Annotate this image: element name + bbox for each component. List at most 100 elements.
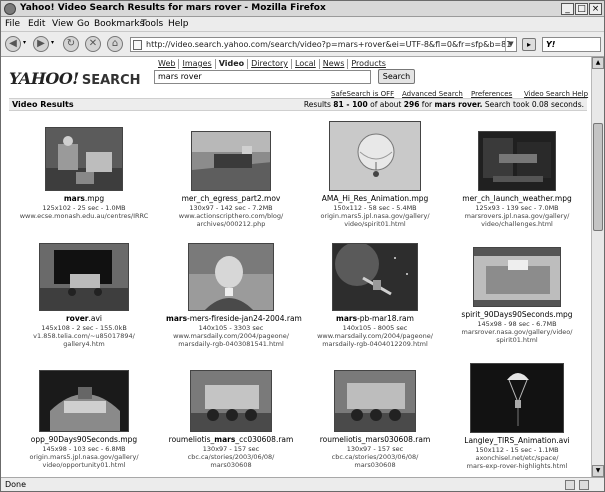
safesearch-link[interactable]: SafeSearch is OFF: [331, 90, 394, 98]
video-meta: 125x102 - 25 sec - 1.0MB: [42, 204, 126, 212]
video-meta: 130x97 - 142 sec - 7.2MB: [189, 204, 273, 212]
video-thumbnail[interactable]: [334, 370, 416, 432]
video-thumbnail[interactable]: [188, 243, 274, 311]
video-result: spirit_90Days90Seconds.mpg 145x98 - 98 s…: [452, 243, 582, 344]
reload-button[interactable]: ↻: [63, 36, 79, 52]
video-thumbnail[interactable]: [39, 370, 129, 432]
video-title[interactable]: mars-mers-fireside-jan24-2004.ram: [166, 314, 302, 324]
advanced-search-link[interactable]: Advanced Search: [402, 90, 463, 98]
video-title[interactable]: mars-pb-mar18.ram: [310, 314, 440, 324]
yahoo-logo[interactable]: YAHOO! SEARCH: [9, 69, 141, 88]
video-thumbnail[interactable]: [329, 121, 421, 191]
video-title[interactable]: mer_ch_egress_part2.mov: [166, 194, 296, 204]
video-thumbnail[interactable]: [39, 243, 129, 311]
forward-arrow-icon: ▶: [37, 38, 45, 49]
vertical-scrollbar[interactable]: ▲ ▼: [591, 57, 604, 477]
menu-edit[interactable]: Edit: [28, 19, 45, 29]
video-search-help-link[interactable]: Video Search Help: [524, 90, 588, 98]
video-meta: 150x112 - 58 sec - 5.4MB: [333, 204, 417, 212]
yahoo-search-engine-icon: Y!: [546, 40, 556, 49]
back-dropdown-icon[interactable]: ▾: [23, 39, 26, 46]
menu-help[interactable]: Help: [168, 19, 189, 29]
video-thumbnail[interactable]: [478, 131, 556, 191]
video-source-url: www.marsdaily.com/2004/pageone/: [317, 332, 433, 340]
title-bar: Yahoo! Video Search Results for mars rov…: [1, 1, 604, 17]
video-meta: 140x105 - 8005 sec: [342, 324, 408, 332]
video-meta: 130x97 - 157 sec: [202, 445, 260, 453]
scroll-up-icon[interactable]: ▲: [592, 57, 604, 69]
browser-window: Yahoo! Video Search Results for mars rov…: [0, 0, 605, 492]
reload-icon: ↻: [66, 38, 76, 49]
stop-button[interactable]: ✕: [85, 36, 101, 52]
video-source-url: www.ecse.monash.edu.au/centres/IRRC: [19, 212, 149, 220]
video-result: roumeliotis_mars_cc030608.ram 130x97 - 1…: [166, 370, 296, 469]
video-title[interactable]: opp_90Days90Seconds.mpg: [19, 435, 149, 445]
video-source-url-cont: marsdaily-rgb-0404012209.html: [322, 340, 428, 348]
search-button[interactable]: Search: [378, 69, 415, 84]
forward-button[interactable]: ▶ ▾: [33, 36, 57, 52]
video-title[interactable]: rover.avi: [19, 314, 149, 324]
video-meta: 125x93 - 139 sec - 7.0MB: [475, 204, 559, 212]
close-icon[interactable]: ×: [589, 3, 602, 15]
video-meta: 145x98 - 103 sec - 6.8MB: [42, 445, 126, 453]
tab-products[interactable]: Products: [348, 59, 389, 69]
tab-local[interactable]: Local: [292, 59, 320, 69]
video-meta: 130x97 - 157 sec: [346, 445, 404, 453]
go-button[interactable]: ▸: [522, 38, 536, 51]
video-thumbnail[interactable]: [45, 127, 123, 191]
menu-view[interactable]: View: [52, 19, 73, 29]
tab-directory[interactable]: Directory: [248, 59, 293, 69]
video-thumbnail[interactable]: [473, 247, 561, 307]
maximize-icon[interactable]: □: [575, 3, 588, 15]
back-button[interactable]: ◀ ▾: [5, 36, 29, 52]
video-source-url: v1.858.telia.com/~u85017894/: [33, 332, 135, 340]
video-thumbnail[interactable]: [191, 131, 271, 191]
video-thumbnail[interactable]: [332, 243, 418, 311]
video-source-url: origin.mars5.jpl.nasa.gov/gallery/: [320, 212, 430, 220]
video-title[interactable]: roumeliotis_mars_cc030608.ram: [166, 435, 296, 445]
stop-icon: ✕: [88, 38, 98, 49]
video-thumbnail[interactable]: [470, 363, 564, 433]
video-thumbnail[interactable]: [190, 370, 272, 432]
address-bar[interactable]: http://video.search.yahoo.com/search/vid…: [130, 37, 517, 52]
forward-dropdown-icon[interactable]: ▾: [51, 39, 54, 46]
video-result: rover.avi 145x108 - 2 sec - 155.0kB v1.8…: [19, 243, 149, 348]
page-content: YAHOO! SEARCH Web Images Video Directory …: [1, 57, 591, 477]
tab-web[interactable]: Web: [155, 59, 180, 69]
scroll-thumb[interactable]: [593, 123, 603, 231]
status-bar: Done: [1, 477, 604, 491]
video-title[interactable]: mer_ch_launch_weather.mpg: [452, 194, 582, 204]
results-summary: Results 81 - 100 of about 296 for mars r…: [303, 100, 584, 109]
video-title[interactable]: roumeliotis_mars030608.ram: [310, 435, 440, 445]
menu-file[interactable]: File: [5, 19, 20, 29]
menu-go[interactable]: Go: [77, 19, 89, 29]
video-source-url: axonchisel.net/etc/space/: [475, 454, 559, 462]
page-icon: [133, 40, 142, 50]
video-source-url-cont: mars030608: [354, 461, 396, 469]
address-dropdown-icon[interactable]: ▼: [505, 38, 516, 51]
video-result: Langley_TIRS_Animation.avi 150x112 - 15 …: [452, 363, 582, 470]
video-title[interactable]: spirit_90Days90Seconds.mpg: [452, 310, 582, 320]
tab-news[interactable]: News: [320, 59, 349, 69]
video-result: mer_ch_egress_part2.mov 130x97 - 142 sec…: [166, 127, 296, 228]
video-result: AMA_Hi_Res_Animation.mpg 150x112 - 58 se…: [310, 121, 440, 228]
preferences-link[interactable]: Preferences: [471, 90, 512, 98]
home-button[interactable]: ⌂: [107, 36, 123, 52]
toolbar-search-box[interactable]: Y!: [542, 37, 601, 52]
video-source-url-cont: video/opportunity01.html: [42, 461, 126, 469]
menu-bookmarks[interactable]: Bookmarks: [94, 19, 144, 29]
video-source-url-cont: marsdaily-rgb-0403081541.html: [178, 340, 284, 348]
minimize-icon[interactable]: _: [561, 3, 574, 15]
video-title[interactable]: mars.mpg: [19, 194, 149, 204]
video-title[interactable]: AMA_Hi_Res_Animation.mpg: [310, 194, 440, 204]
menu-tools[interactable]: Tools: [141, 19, 163, 29]
video-title[interactable]: Langley_TIRS_Animation.avi: [452, 436, 582, 446]
tab-images[interactable]: Images: [179, 59, 216, 69]
scroll-down-icon[interactable]: ▼: [592, 465, 604, 477]
status-icon: [579, 480, 589, 490]
video-source-url-cont: archives/000212.php: [196, 220, 266, 228]
home-icon: ⌂: [111, 38, 119, 49]
search-input[interactable]: mars rover: [154, 70, 371, 84]
video-source-url-cont: video/challenges.html: [481, 220, 553, 228]
tab-video[interactable]: Video: [216, 59, 249, 69]
